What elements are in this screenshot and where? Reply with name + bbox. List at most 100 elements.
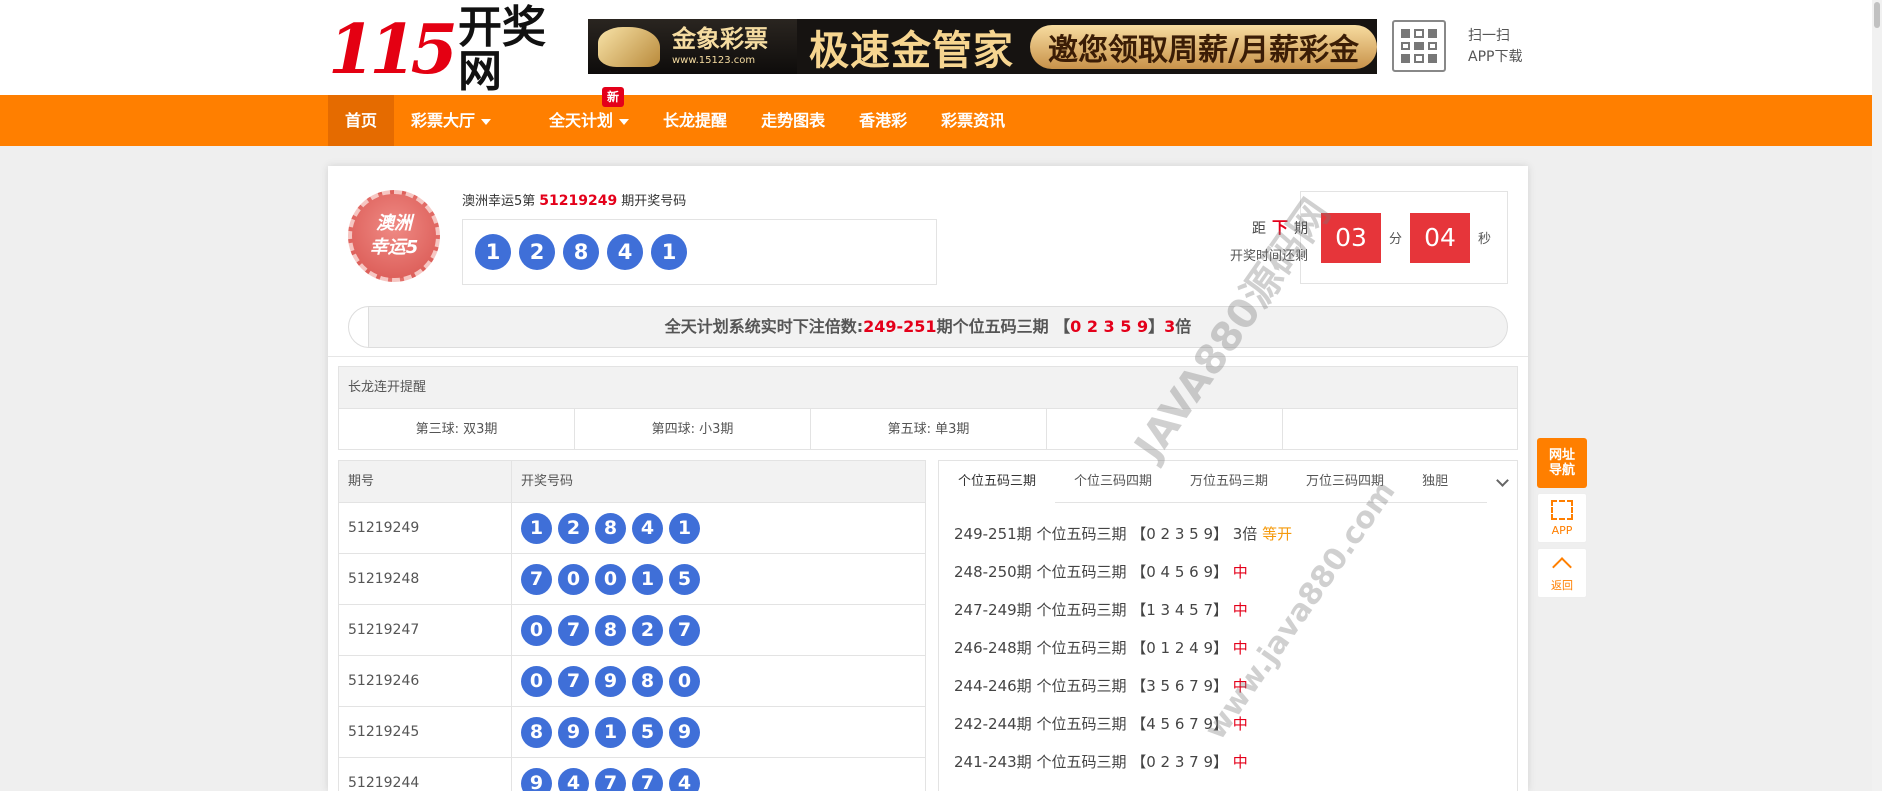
streak-cell: 第五球: 单3期 [811,409,1047,450]
section-divider [328,356,1528,357]
elephant-logo-icon [598,27,660,67]
nav-item-hk-lottery[interactable]: 香港彩 [842,95,924,146]
number-ball: 7 [558,665,589,697]
number-ball: 7 [595,767,626,791]
history-header: 期号 开奖号码 [339,461,925,503]
number-ball: 1 [669,512,700,544]
number-ball: 0 [521,614,552,646]
plan-ticker-suffix: 倍 [1175,317,1192,336]
chevron-down-icon[interactable] [1487,461,1517,503]
countdown-label-next: 下 [1271,218,1288,237]
plan-item: 241-243期 个位五码三期 【0 2 3 7 9】 中 [954,743,1517,781]
scrollbar-thumb[interactable] [1874,2,1880,28]
banner-brand-name: 金象彩票 [672,25,768,53]
plan-tabs: 个位五码三期 个位三码四期 万位五码三期 万位三码四期 独胆 [939,461,1517,503]
tab-tenthousand-three-four[interactable]: 万位三码四期 [1287,461,1403,503]
history-rows: 51219249 1 2 8 4 1 51219248 7 0 0 1 5 51219247 0 7 8 2 7 5… [339,502,925,791]
draw-title-suffix: 期开奖号码 [621,194,687,209]
draw-title-prefix: 澳洲幸运5第 [462,194,536,209]
countdown-label: 距下期 开奖时间还剩 [1188,214,1308,271]
number-ball: 4 [558,767,589,791]
nav-item-streak-alert[interactable]: 长龙提醒 [646,95,744,146]
plan-item: 246-248期 个位五码三期 【0 1 2 4 9】 中 [954,629,1517,667]
current-draw-numbers: 1 2 8 4 1 [462,219,937,285]
countdown-timer: 03 分 04 秒 [1300,191,1508,284]
plan-item-text: 241-243期 个位五码三期 【0 2 3 7 9】 [954,753,1228,771]
logo-name: 开奖网 [457,2,546,97]
main-nav: 首页 彩票大厅 全天计划 新 长龙提醒 走势图表 香港彩 彩票资讯 [0,87,1882,146]
streak-title: 长龙连开提醒 [339,367,1517,409]
tab-tenthousand-five-three[interactable]: 万位五码三期 [1171,461,1287,503]
scrollbar[interactable] [1872,0,1882,791]
new-badge: 新 [602,87,625,107]
draw-ball: 8 [563,234,599,270]
draw-ball: 2 [519,234,555,270]
site-nav-button[interactable]: 网址导航 [1537,438,1587,488]
nav-label: 首页 [345,111,378,130]
row-numbers: 12841 [512,512,925,544]
plan-list: 249-251期 个位五码三期 【0 2 3 5 9】 3倍 等开 248-250… [939,503,1517,781]
plan-item-status: 中 [1232,715,1248,733]
nav-label: 彩票资讯 [941,111,1006,130]
number-ball: 7 [669,614,700,646]
streak-row: 第三球: 双3期 第四球: 小3期 第五球: 单3期 [339,409,1517,450]
plan-item: 247-249期 个位五码三期 【1 3 4 5 7】 中 [954,591,1517,629]
plan-item: 242-244期 个位五码三期 【4 5 6 7 9】 中 [954,705,1517,743]
qr-line-1: 扫一扫 [1468,28,1510,44]
tab-ones-three-four[interactable]: 个位三码四期 [1055,461,1171,503]
top-header: 115 开奖网 金象彩票 www.15123.com 极速金管家 邀您领取周薪/… [0,0,1882,95]
draw-ball: 1 [475,234,511,270]
seal-line-2: 幸运5 [369,237,419,258]
number-ball: 2 [558,512,589,544]
table-row: 51219249 1 2 8 4 1 [339,502,925,554]
plan-ticker-close: 】 [1148,317,1165,336]
app-download-text[interactable]: 扫一扫 APP下载 [1468,26,1522,68]
number-ball: 9 [558,716,589,748]
countdown-sub: 开奖时间还剩 [1229,249,1308,264]
number-ball: 8 [595,512,626,544]
plan-item-status: 中 [1232,677,1248,695]
streak-panel: 长龙连开提醒 第三球: 双3期 第四球: 小3期 第五球: 单3期 [338,366,1518,450]
nav-item-lottery-hall[interactable]: 彩票大厅 [394,95,508,146]
countdown-sec-unit: 秒 [1478,232,1492,247]
number-ball: 1 [521,512,552,544]
streak-cell: 第三球: 双3期 [339,409,575,450]
app-label: APP [1551,523,1573,537]
number-ball: 9 [595,665,626,697]
qr-line-2: APP下载 [1468,49,1523,65]
site-logo[interactable]: 115 开奖网 [328,6,578,94]
plan-item: 248-250期 个位五码三期 【0 4 5 6 9】 中 [954,553,1517,591]
table-row: 51219245 8 9 1 5 9 [339,706,925,758]
col-issue: 期号 [339,461,512,502]
row-numbers: 94774 [512,767,925,791]
app-button[interactable]: APP [1537,493,1587,543]
countdown-min-unit: 分 [1389,232,1403,247]
table-row: 51219244 9 4 7 7 4 [339,757,925,791]
tab-single[interactable]: 独胆 [1403,461,1467,503]
qr-code-icon[interactable] [1392,20,1446,72]
lottery-seal-icon: 澳洲 幸运5 [348,190,440,282]
plan-item-status: 中 [1232,753,1248,771]
back-to-top-button[interactable]: 返回 [1537,548,1587,598]
nav-label: 全天计划 [549,111,614,130]
arrow-up-icon [1552,556,1572,577]
ad-banner[interactable]: 金象彩票 www.15123.com 极速金管家 邀您领取周薪/月薪彩金 [588,19,1377,74]
plan-ticker-mult: 3 [1164,317,1176,336]
seal-line-1: 澳洲 [376,213,412,234]
number-ball: 4 [669,767,700,791]
nav-item-news[interactable]: 彩票资讯 [924,95,1022,146]
plan-item-text: 242-244期 个位五码三期 【4 5 6 7 9】 [954,715,1228,733]
number-ball: 4 [632,512,663,544]
nav-item-trend-charts[interactable]: 走势图表 [744,95,842,146]
countdown-minutes: 03 [1321,212,1381,263]
tab-ones-five-three[interactable]: 个位五码三期 [939,461,1056,503]
plan-item-status: 中 [1232,601,1248,619]
caret-down-icon [481,118,492,125]
nav-item-all-day-plan[interactable]: 全天计划 新 [508,87,646,146]
plan-ticker-prefix: 全天计划系统实时下注倍数: [664,317,864,336]
number-ball: 0 [558,563,589,595]
nav-item-home[interactable]: 首页 [328,95,395,146]
banner-brand: 金象彩票 www.15123.com [588,19,798,74]
number-ball: 9 [669,716,700,748]
caret-down-icon [619,118,630,125]
